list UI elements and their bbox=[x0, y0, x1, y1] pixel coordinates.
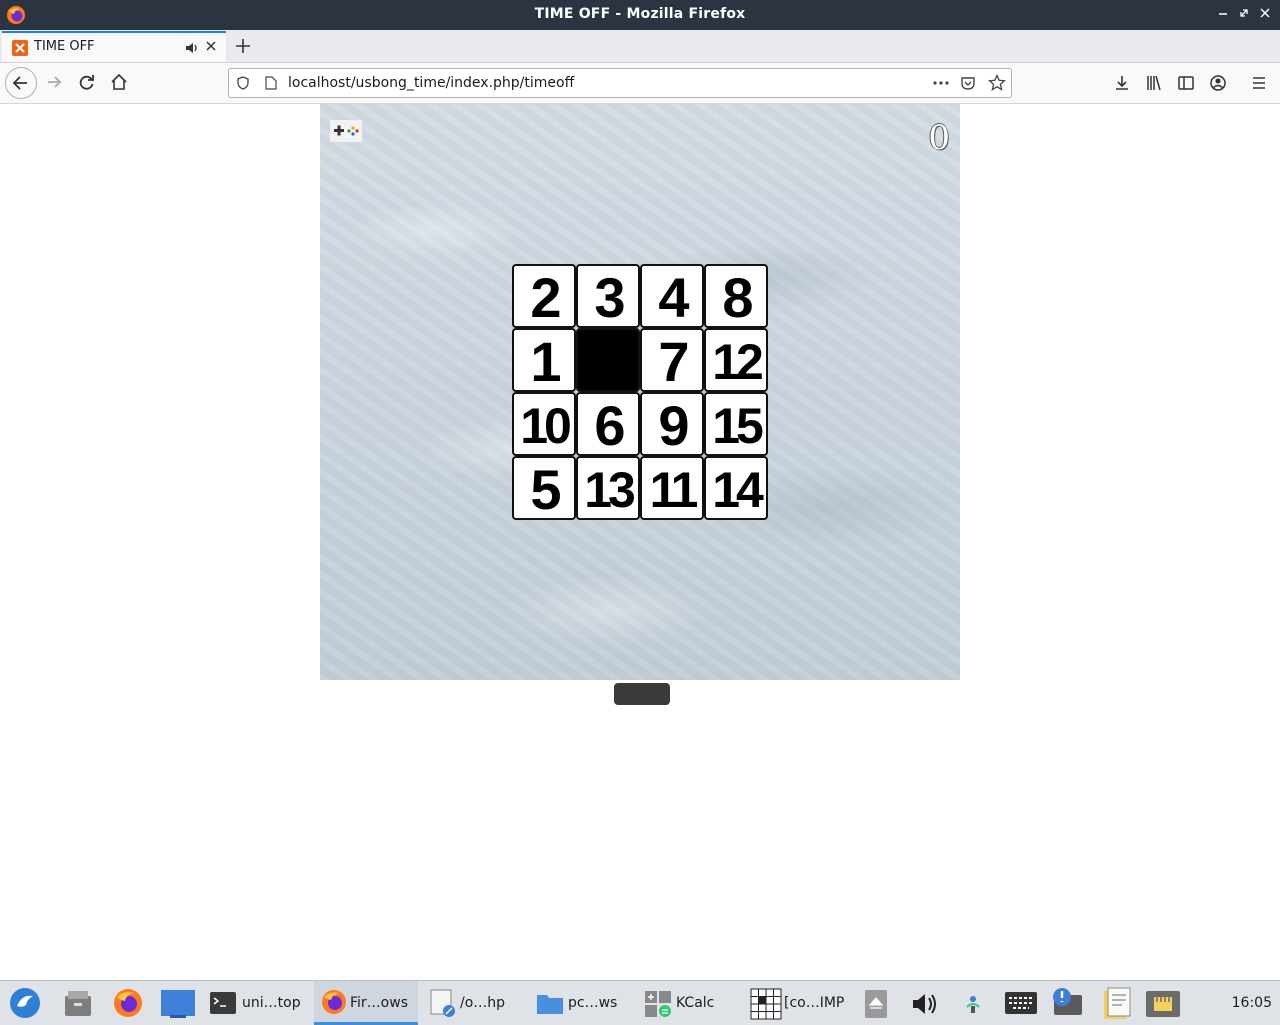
window-title: TIME OFF - Mozilla Firefox bbox=[534, 6, 746, 22]
notifications-icon[interactable] bbox=[1050, 987, 1086, 1019]
puzzle-tile[interactable]: 12 bbox=[704, 328, 768, 392]
back-button[interactable] bbox=[5, 67, 37, 99]
sidebar-icon[interactable] bbox=[1177, 74, 1195, 92]
taskbar-item-gimp[interactable]: [co…IMP bbox=[748, 981, 852, 1025]
plus-icon bbox=[236, 39, 250, 53]
game-canvas[interactable]: 0 2 3 4 8 1 7 12 10 6 9 15 5 13 11 14 bbox=[320, 104, 960, 680]
puzzle-tile[interactable]: 5 bbox=[512, 456, 576, 521]
page-content: 0 2 3 4 8 1 7 12 10 6 9 15 5 13 11 14 bbox=[0, 104, 1280, 980]
game-controller-icon[interactable] bbox=[330, 120, 362, 142]
page-icon[interactable] bbox=[265, 76, 277, 90]
desktop-launcher-icon[interactable] bbox=[160, 989, 196, 1019]
more-actions-icon[interactable] bbox=[932, 76, 950, 90]
window-titlebar: TIME OFF - Mozilla Firefox bbox=[0, 0, 1280, 30]
network-status-icon[interactable] bbox=[963, 993, 983, 1015]
score-counter: 0 bbox=[928, 118, 950, 158]
puzzle-tile[interactable]: 2 bbox=[512, 264, 576, 329]
calculator-icon bbox=[645, 991, 671, 1017]
library-icon[interactable] bbox=[1145, 74, 1163, 92]
clipboard-icon[interactable] bbox=[1098, 985, 1134, 1021]
account-icon[interactable] bbox=[1209, 74, 1227, 92]
home-icon bbox=[111, 73, 127, 90]
puzzle-tile[interactable]: 11 bbox=[640, 456, 704, 520]
bookmark-star-icon[interactable] bbox=[988, 74, 1006, 92]
file-manager-launcher-icon[interactable] bbox=[62, 987, 94, 1019]
taskbar-item-file-manager[interactable]: pc…ws bbox=[532, 981, 636, 1025]
text-editor-icon bbox=[430, 989, 455, 1017]
tab-close-button[interactable] bbox=[204, 38, 218, 56]
puzzle-tile[interactable]: 4 bbox=[640, 264, 704, 329]
taskbar-item-label: KCalc bbox=[676, 995, 715, 1011]
maximize-icon bbox=[1240, 9, 1248, 17]
site-favicon-icon bbox=[12, 40, 28, 56]
start-menu-icon[interactable] bbox=[8, 986, 42, 1020]
taskbar-item-label: pc…ws bbox=[568, 995, 618, 1011]
volume-icon[interactable] bbox=[910, 990, 940, 1018]
taskbar-item-label: Fir…ows bbox=[350, 995, 408, 1011]
new-tab-button[interactable] bbox=[232, 34, 254, 58]
puzzle-empty-slot[interactable] bbox=[576, 328, 640, 392]
taskbar-item-label: [co…IMP bbox=[784, 995, 845, 1011]
home-button[interactable] bbox=[104, 67, 136, 99]
reload-icon bbox=[79, 75, 94, 90]
terminal-icon bbox=[210, 992, 236, 1014]
close-window-button[interactable] bbox=[1256, 4, 1274, 24]
taskbar-item-firefox[interactable]: Fir…ows bbox=[314, 981, 418, 1025]
puzzle-tile[interactable]: 8 bbox=[704, 264, 768, 329]
taskbar-item-label: /o…hp bbox=[460, 995, 506, 1011]
taskbar-item-terminal[interactable]: uni…top bbox=[206, 981, 310, 1025]
maximize-button[interactable] bbox=[1235, 4, 1253, 24]
eject-icon[interactable] bbox=[864, 989, 888, 1019]
reload-button[interactable] bbox=[72, 67, 104, 99]
clock: 16:05 bbox=[1231, 995, 1272, 1011]
hamburger-menu-icon[interactable] bbox=[1250, 74, 1268, 92]
keyboard-icon[interactable] bbox=[1004, 991, 1038, 1015]
taskbar-item-kcalc[interactable]: KCalc bbox=[640, 981, 744, 1025]
ethernet-icon[interactable] bbox=[1144, 989, 1182, 1019]
puzzle-tile[interactable]: 9 bbox=[640, 392, 704, 457]
firefox-launcher-icon[interactable] bbox=[112, 987, 144, 1019]
minimize-button[interactable] bbox=[1214, 4, 1232, 24]
puzzle-tile[interactable]: 14 bbox=[704, 456, 768, 520]
arrow-left-icon bbox=[12, 76, 27, 90]
url-text[interactable]: localhost/usbong_time/index.php/timeoff bbox=[288, 75, 574, 91]
puzzle-tile[interactable]: 6 bbox=[576, 392, 640, 457]
navigation-bar: localhost/usbong_time/index.php/timeoff bbox=[0, 63, 1280, 104]
forward-button[interactable] bbox=[40, 67, 72, 99]
minimize-icon bbox=[1219, 13, 1227, 15]
puzzle-thumbnail-icon bbox=[750, 988, 782, 1020]
sliding-puzzle-board[interactable]: 2 3 4 8 1 7 12 10 6 9 15 5 13 11 14 bbox=[512, 264, 768, 521]
close-icon bbox=[206, 41, 216, 51]
downloads-icon[interactable] bbox=[1113, 74, 1131, 92]
taskbar: uni…top Fir…ows /o…hp pc…ws KCalc [co…IM… bbox=[0, 980, 1280, 1025]
taskbar-item-editor[interactable]: /o…hp bbox=[424, 981, 528, 1025]
folder-icon bbox=[537, 995, 563, 1014]
game-action-button[interactable] bbox=[614, 683, 670, 705]
tab-time-off[interactable]: TIME OFF bbox=[2, 31, 226, 62]
puzzle-tile[interactable]: 15 bbox=[704, 392, 768, 456]
puzzle-tile[interactable]: 3 bbox=[576, 264, 640, 329]
puzzle-tile[interactable]: 7 bbox=[640, 328, 704, 393]
arrow-right-icon bbox=[48, 76, 62, 88]
shield-icon[interactable] bbox=[236, 76, 250, 90]
puzzle-tile[interactable]: 10 bbox=[512, 392, 576, 456]
tab-strip: TIME OFF bbox=[0, 30, 1280, 63]
url-bar[interactable]: localhost/usbong_time/index.php/timeoff bbox=[228, 68, 1012, 98]
taskbar-item-label: uni…top bbox=[242, 995, 301, 1011]
puzzle-tile[interactable]: 1 bbox=[512, 328, 576, 393]
close-icon bbox=[1260, 8, 1270, 18]
puzzle-tile[interactable]: 13 bbox=[576, 456, 640, 520]
speaker-icon[interactable] bbox=[184, 40, 200, 56]
tab-title: TIME OFF bbox=[34, 39, 95, 54]
pocket-icon[interactable] bbox=[960, 75, 976, 91]
firefox-icon bbox=[322, 990, 346, 1014]
